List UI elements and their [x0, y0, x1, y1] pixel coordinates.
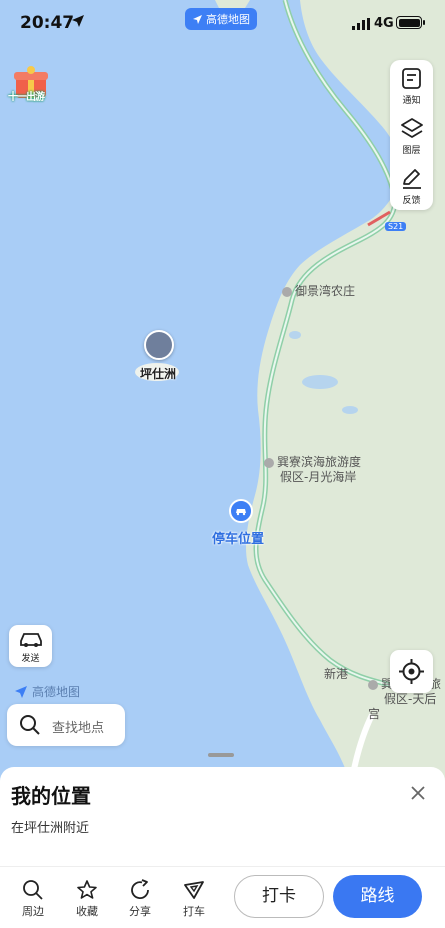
amap-watermark-label: 高德地图: [32, 685, 81, 699]
search-icon: [20, 715, 40, 735]
parking-pin-icon[interactable]: [229, 499, 253, 523]
notification-button[interactable]: 通知: [390, 60, 433, 110]
send-label: 发送: [21, 654, 40, 664]
place-island: 坪仕洲: [140, 367, 177, 381]
checkin-button[interactable]: 打卡: [234, 875, 324, 918]
favorite-button[interactable]: 收藏: [67, 877, 107, 923]
car-send-icon: [20, 633, 42, 647]
notification-label: 通知: [402, 96, 421, 106]
map-view[interactable]: S21 御景湾农庄 巽寮滨海旅游度 假区-月光海岸 新港 巽寮滨海旅 假区-天后…: [0, 0, 445, 790]
layers-button[interactable]: 图层: [390, 110, 433, 160]
share-icon: [131, 879, 149, 899]
route-button[interactable]: 路线: [333, 875, 422, 918]
feedback-label: 反馈: [402, 196, 421, 206]
status-time: 20:47: [20, 13, 75, 33]
parking-location-label: 停车位置: [212, 532, 265, 547]
close-icon[interactable]: [408, 783, 428, 803]
battery-tip: [423, 20, 425, 25]
place-xingang[interactable]: 新港: [324, 665, 348, 682]
map-tools-panel: 通知 图层 反馈: [390, 60, 433, 210]
search-place-input[interactable]: 查找地点: [7, 704, 125, 746]
layers-icon: [401, 118, 423, 138]
taxi-button[interactable]: 打车: [174, 877, 214, 923]
network-type: 4G: [374, 16, 394, 31]
nearby-label: 周边: [22, 905, 44, 918]
feedback-button[interactable]: 反馈: [390, 160, 433, 210]
signal-icon: [352, 18, 370, 30]
send-button[interactable]: 发送: [9, 625, 52, 667]
poi-pin-icon: [368, 679, 378, 690]
amap-watermark: 高德地图: [14, 683, 80, 700]
status-bar: 20:47 高德地图 4G: [0, 0, 445, 48]
place-resort-label-2: 假区-月光海岸: [280, 470, 357, 484]
amap-logo-icon: [193, 14, 202, 24]
sheet-subtitle: 在坪仕洲附近: [11, 821, 90, 836]
poi-pin-icon: [264, 457, 274, 468]
map-canvas: [135, 0, 445, 790]
share-label: 分享: [129, 905, 151, 918]
amap-logo-icon: [15, 685, 27, 698]
taxi-label: 打车: [183, 905, 205, 918]
place-resort-label-1: 巽寮滨海旅游度: [277, 455, 362, 469]
star-icon: [77, 880, 97, 899]
road-number-badge: S21: [385, 222, 407, 231]
place-resort[interactable]: 巽寮滨海旅游度 假区-月光海岸: [264, 455, 361, 485]
layers-label: 图层: [402, 146, 421, 156]
place-resort2-label-2: 假区-天后宫: [368, 692, 437, 721]
nearby-button[interactable]: 周边: [13, 877, 53, 923]
poi-pin-icon: [282, 286, 292, 297]
crosshair-icon: [399, 659, 424, 684]
place-farm-label: 御景湾农庄: [295, 284, 356, 298]
back-to-app-badge[interactable]: 高德地图: [185, 8, 257, 30]
location-arrow-icon: [72, 15, 84, 27]
app-badge-label: 高德地图: [206, 13, 250, 26]
share-button[interactable]: 分享: [120, 877, 160, 923]
search-icon: [23, 880, 43, 900]
taxi-icon: [184, 881, 204, 899]
user-avatar-marker[interactable]: [144, 330, 174, 360]
locate-me-button[interactable]: [390, 650, 433, 693]
favorite-label: 收藏: [76, 905, 98, 918]
place-farm[interactable]: 御景湾农庄: [282, 284, 355, 299]
feedback-icon: [403, 169, 421, 189]
sheet-drag-handle[interactable]: [208, 753, 234, 757]
battery-icon: [396, 16, 422, 29]
notification-icon: [402, 68, 421, 89]
promo-label[interactable]: 十一出游: [8, 88, 45, 103]
sheet-title: 我的位置: [11, 784, 91, 808]
search-placeholder: 查找地点: [52, 721, 105, 736]
